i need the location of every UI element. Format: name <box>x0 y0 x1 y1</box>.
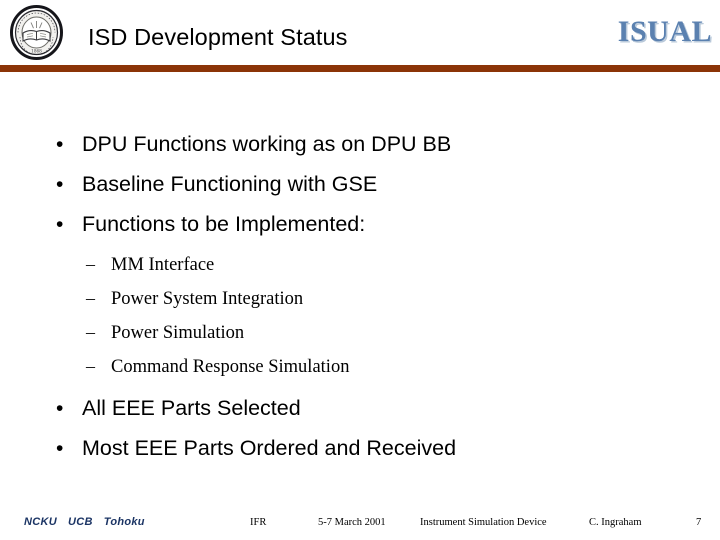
footer-meeting: IFR <box>250 517 267 528</box>
bullet-item: • Functions to be Implemented: <box>56 210 365 239</box>
bullet-marker-icon: • <box>56 437 64 460</box>
bullet-text: Power Simulation <box>111 323 245 343</box>
footer-page-number: 7 <box>696 517 702 528</box>
bullet-text: Most EEE Parts Ordered and Received <box>82 436 457 460</box>
bullet-item: • All EEE Parts Selected <box>56 394 301 423</box>
bullet-text: MM Interface <box>111 255 215 275</box>
bullet-text: Baseline Functioning with GSE <box>82 172 378 196</box>
footer-organization: NCKU <box>24 516 57 528</box>
footer-organization: Tohoku <box>103 516 145 528</box>
bullet-text: Functions to be Implemented: <box>82 212 366 236</box>
footer-subject: Instrument Simulation Device <box>420 517 547 528</box>
svg-text:1868: 1868 <box>31 49 42 54</box>
dash-marker-icon: – <box>86 288 95 308</box>
sub-bullet-item: – Power System Integration <box>86 286 303 311</box>
footer-date: 5-7 March 2001 <box>318 517 386 528</box>
bullet-marker-icon: • <box>56 213 64 236</box>
dash-marker-icon: – <box>86 322 95 342</box>
header-divider <box>0 65 720 72</box>
footer-organizations: NCKU UCB Tohoku <box>24 516 145 528</box>
bullet-marker-icon: • <box>56 173 64 196</box>
slide-body: • DPU Functions working as on DPU BB • Base… <box>0 112 720 482</box>
sub-bullet-item: – MM Interface <box>86 252 214 277</box>
bullet-item: • DPU Functions working as on DPU BB <box>56 130 451 159</box>
bullet-text: DPU Functions working as on DPU BB <box>82 132 452 156</box>
slide-footer: NCKU UCB Tohoku IFR 5-7 March 2001 Instrum… <box>0 508 720 540</box>
sub-bullet-item: – Power Simulation <box>86 320 244 345</box>
bullet-text: Power System Integration <box>111 289 304 309</box>
dash-marker-icon: – <box>86 254 95 274</box>
sub-bullet-item: – Command Response Simulation <box>86 354 349 379</box>
footer-author: C. Ingraham <box>589 517 642 528</box>
footer-organization: UCB <box>67 516 93 528</box>
bullet-text: All EEE Parts Selected <box>82 396 301 420</box>
bullet-marker-icon: • <box>56 397 64 420</box>
bullet-item: • Most EEE Parts Ordered and Received <box>56 434 456 463</box>
bullet-marker-icon: • <box>56 133 64 156</box>
page-title: ISD Development Status <box>88 24 348 50</box>
university-seal-icon: 1868 <box>9 5 64 60</box>
dash-marker-icon: – <box>86 356 95 376</box>
slide: 1868 ISD Development Status ISUAL • DPU F… <box>0 0 720 540</box>
bullet-item: • Baseline Functioning with GSE <box>56 170 377 199</box>
bullet-text: Command Response Simulation <box>111 357 350 377</box>
slide-header: 1868 ISD Development Status ISUAL <box>0 0 720 72</box>
isual-logo: ISUAL <box>617 15 712 48</box>
